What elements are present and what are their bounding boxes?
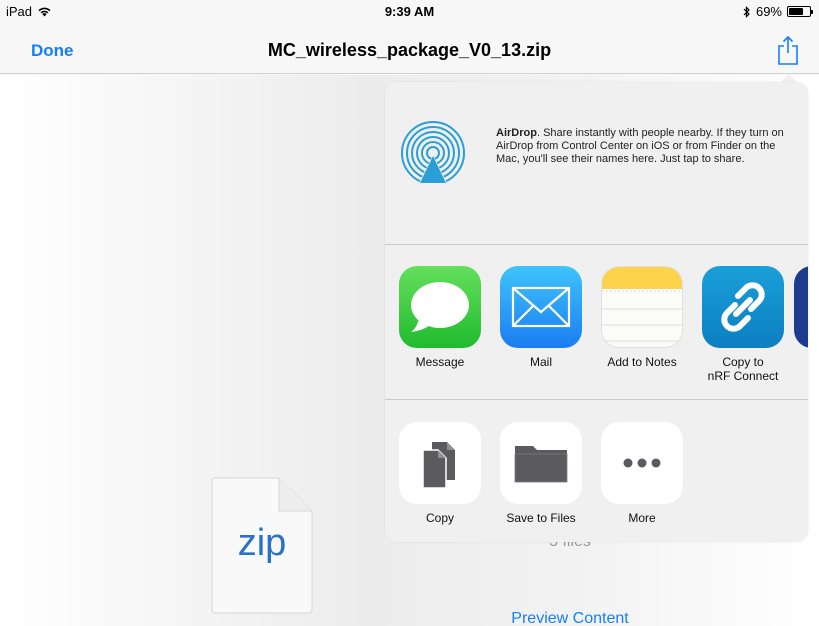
nrf-connect-icon bbox=[702, 266, 784, 348]
navigation-bar: Done MC_wireless_package_V0_13.zip bbox=[0, 22, 819, 74]
action-label: Save to Files bbox=[506, 511, 576, 525]
airdrop-body: . Share instantly with people nearby. If… bbox=[496, 127, 784, 165]
share-apps-row: Message Mail Add to Notes Copy to nRF Co… bbox=[385, 246, 808, 400]
copy-icon bbox=[399, 422, 481, 504]
notes-icon bbox=[601, 266, 683, 348]
status-time: 9:39 AM bbox=[384, 4, 435, 19]
action-label: Copy bbox=[425, 511, 454, 525]
share-app-notes[interactable]: Add to Notes bbox=[592, 266, 692, 369]
app-icon-partial bbox=[794, 266, 808, 348]
share-app-label: Mail bbox=[529, 355, 552, 369]
share-app-label: Add to Notes bbox=[607, 355, 677, 369]
share-app-nrf-connect[interactable]: Copy to nRF Connect bbox=[693, 266, 793, 383]
mail-icon bbox=[500, 266, 582, 348]
share-app-mail[interactable]: Mail bbox=[491, 266, 591, 369]
battery-icon bbox=[787, 6, 813, 17]
status-right: 69% bbox=[743, 4, 813, 19]
battery-level bbox=[789, 8, 803, 15]
share-app-message[interactable]: Message bbox=[390, 266, 490, 369]
more-icon bbox=[601, 422, 683, 504]
share-app-label: Message bbox=[415, 355, 465, 369]
preview-content-link[interactable]: Preview Content bbox=[480, 610, 660, 626]
page-title: MC_wireless_package_V0_13.zip bbox=[267, 40, 552, 60]
status-bar: iPad 9:39 AM 69% bbox=[0, 0, 819, 22]
folder-icon bbox=[500, 422, 582, 504]
airdrop-section[interactable]: AirDrop. Share instantly with people nea… bbox=[385, 82, 808, 245]
share-actions-row: Copy Save to Files More bbox=[385, 401, 808, 542]
share-sheet: AirDrop. Share instantly with people nea… bbox=[385, 82, 808, 542]
airdrop-title: AirDrop bbox=[496, 127, 537, 139]
share-app-label: Copy to nRF Connect bbox=[707, 355, 779, 383]
bluetooth-icon bbox=[743, 5, 750, 18]
battery-percent: 69% bbox=[755, 4, 782, 19]
save-to-files-action[interactable]: Save to Files bbox=[491, 422, 591, 525]
share-app-partial[interactable] bbox=[794, 266, 808, 348]
airdrop-description: AirDrop. Share instantly with people nea… bbox=[496, 127, 796, 166]
action-label: More bbox=[628, 511, 656, 525]
message-icon bbox=[399, 266, 481, 348]
airdrop-icon bbox=[401, 121, 465, 187]
share-icon[interactable] bbox=[776, 34, 800, 66]
more-action[interactable]: More bbox=[592, 422, 692, 525]
copy-action[interactable]: Copy bbox=[390, 422, 490, 525]
zip-file-label: zip bbox=[237, 522, 287, 564]
